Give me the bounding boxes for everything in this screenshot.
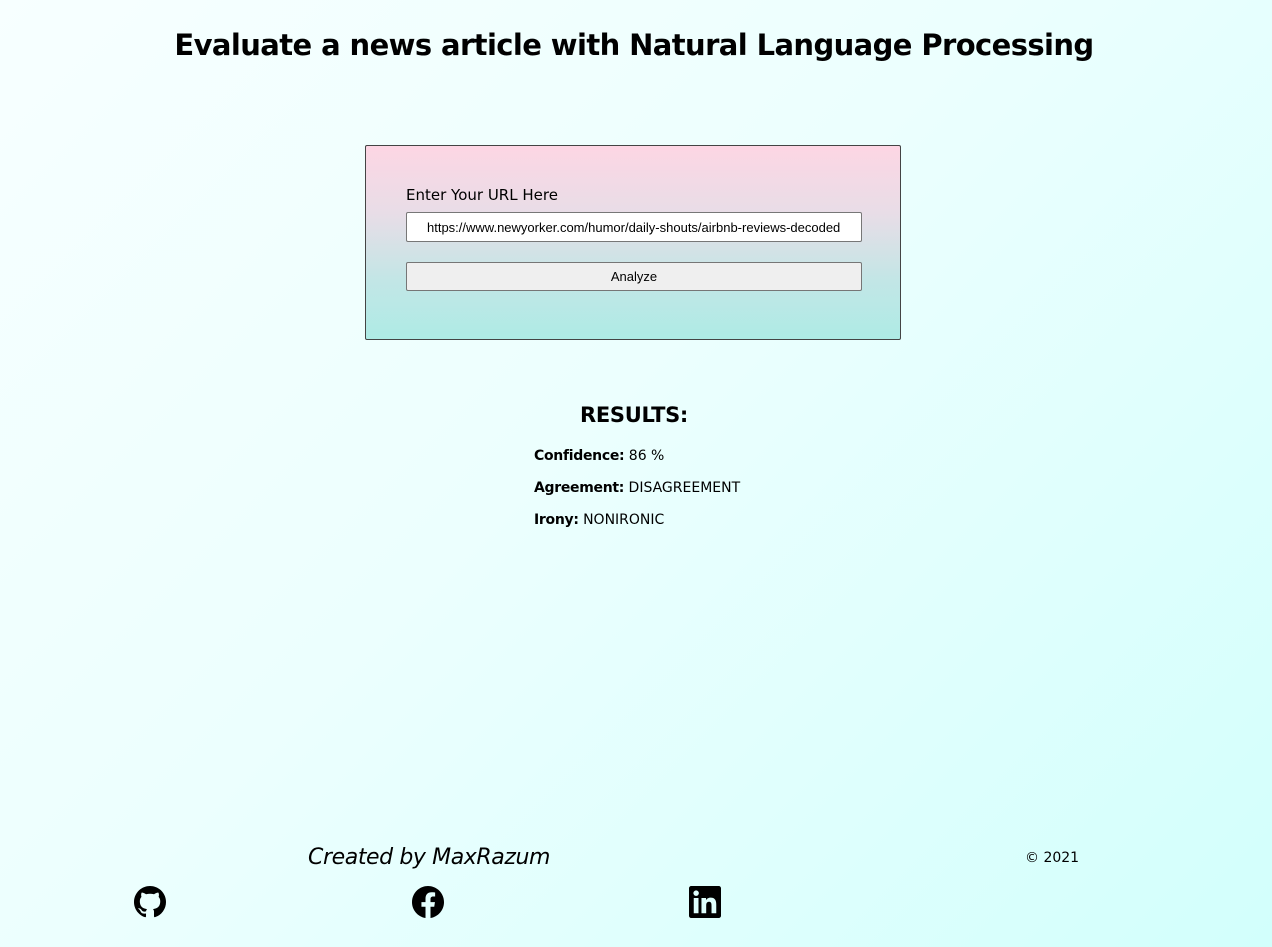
result-irony: Irony: NONIRONIC bbox=[534, 510, 740, 542]
result-key: Confidence: bbox=[534, 448, 625, 464]
footer-credit: Created by MaxRazum bbox=[308, 845, 551, 870]
url-label: Enter Your URL Here bbox=[406, 186, 558, 204]
result-confidence: Confidence: 86 % bbox=[534, 446, 740, 478]
results-heading: RESULTS: bbox=[579, 403, 689, 427]
result-value: DISAGREEMENT bbox=[628, 480, 741, 496]
result-value: 86 % bbox=[628, 448, 665, 464]
facebook-icon bbox=[412, 886, 444, 918]
url-input[interactable] bbox=[406, 212, 862, 242]
analyze-button[interactable]: Analyze bbox=[406, 262, 862, 291]
result-key: Agreement: bbox=[534, 480, 625, 496]
github-link[interactable] bbox=[134, 886, 166, 918]
footer-copyright: © 2021 bbox=[1025, 850, 1080, 866]
result-key: Irony: bbox=[534, 512, 579, 528]
facebook-link[interactable] bbox=[412, 886, 444, 918]
url-form: Enter Your URL Here Analyze bbox=[365, 145, 901, 340]
github-icon bbox=[134, 886, 166, 918]
linkedin-link[interactable] bbox=[689, 886, 721, 918]
result-value: NONIRONIC bbox=[583, 512, 665, 528]
linkedin-icon bbox=[689, 886, 721, 918]
result-agreement: Agreement: DISAGREEMENT bbox=[534, 478, 740, 510]
page-title: Evaluate a news article with Natural Lan… bbox=[174, 28, 1094, 62]
results-list: Confidence: 86 % Agreement: DISAGREEMENT… bbox=[534, 446, 740, 542]
